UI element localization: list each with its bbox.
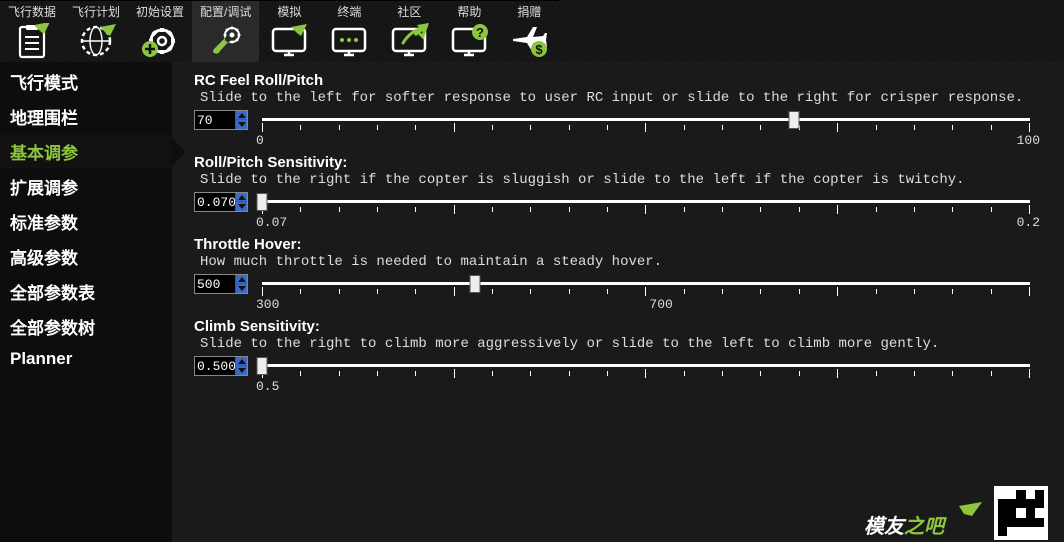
sidebar-item-0[interactable]: 飞行模式 [0,64,172,99]
param-desc: Slide to the right if the copter is slug… [200,172,1048,188]
param-spinner[interactable] [194,110,248,130]
sidebar-item-8[interactable]: Planner [0,344,172,374]
spinner-up-icon[interactable] [235,111,247,120]
sidebar-item-1[interactable]: 地理围栏 [0,99,172,134]
param-title: RC Feel Roll/Pitch [194,72,1048,89]
slider-thumb[interactable] [469,275,480,293]
slider-thumb[interactable] [257,357,268,375]
gear-plus-icon [138,22,182,60]
main-panel: RC Feel Roll/Pitch Slide to the left for… [172,62,1064,542]
wrench-gear-icon [204,22,248,60]
param-value-input[interactable] [195,195,235,210]
param-slider[interactable] [254,191,1038,213]
param-title: Roll/Pitch Sensitivity: [194,154,1048,171]
tab-plane-dollar[interactable]: 捐赠 $ [499,0,559,62]
globe-plane-icon [74,22,118,60]
sidebar-item-7[interactable]: 全部参数树 [0,309,172,344]
sidebar-item-6[interactable]: 全部参数表 [0,274,172,309]
param-slider[interactable] [254,355,1038,377]
monitor-plane-icon [267,22,311,60]
watermark-qr-code [994,486,1048,540]
slider-thumb[interactable] [789,111,800,129]
param-desc: Slide to the left for softer response to… [200,90,1048,106]
param-desc: Slide to the right to climb more aggress… [200,336,1048,352]
sidebar-item-5[interactable]: 高级参数 [0,239,172,274]
param-2: Throttle Hover: How much throttle is nee… [194,236,1048,312]
tab-wrench-gear[interactable]: 配置/调试 [192,0,259,62]
param-value-input[interactable] [195,277,235,292]
spinner-up-icon[interactable] [235,357,247,366]
tab-gear-plus[interactable]: 初始设置 [128,0,192,62]
svg-text:?: ? [476,25,484,40]
tab-label: 终端 [337,3,361,20]
tab-label: 模拟 [277,3,301,20]
param-spinner[interactable] [194,356,248,376]
monitor-arrow-icon [387,22,431,60]
sidebar: 飞行模式地理围栏基本调参扩展调参标准参数高级参数全部参数表全部参数树Planne… [0,62,172,542]
param-slider[interactable] [254,273,1038,295]
tab-label: 社区 [397,3,421,20]
sidebar-item-4[interactable]: 标准参数 [0,204,172,239]
clipboard-plane-icon [10,22,54,60]
spinner-down-icon[interactable] [235,284,247,293]
param-slider[interactable] [254,109,1038,131]
sidebar-item-3[interactable]: 扩展调参 [0,169,172,204]
top-tab-bar: 飞行数据飞行计划初始设置配置/调试 模拟 终端 社区 帮助? 捐赠 $ [0,0,1064,62]
svg-text:$: $ [536,42,544,57]
sidebar-item-2[interactable]: 基本调参 [0,134,172,169]
param-title: Climb Sensitivity: [194,318,1048,335]
param-desc: How much throttle is needed to maintain … [200,254,1048,270]
spinner-down-icon[interactable] [235,366,247,375]
tab-monitor-help[interactable]: 帮助? [439,0,499,62]
param-spinner[interactable] [194,192,248,212]
param-title: Throttle Hover: [194,236,1048,253]
slider-thumb[interactable] [257,193,268,211]
tab-label: 捐赠 [517,3,541,20]
tab-monitor-dots[interactable]: 终端 [319,0,379,62]
spinner-down-icon[interactable] [235,120,247,129]
spinner-up-icon[interactable] [235,275,247,284]
tab-monitor-arrow[interactable]: 社区 [379,0,439,62]
tab-globe-plane[interactable]: 飞行计划 [64,0,128,62]
tab-label: 飞行数据 [8,3,56,20]
param-spinner[interactable] [194,274,248,294]
param-value-input[interactable] [195,113,235,128]
tab-label: 配置/调试 [200,3,251,20]
tab-label: 飞行计划 [72,3,120,20]
spinner-down-icon[interactable] [235,202,247,211]
monitor-dots-icon [327,22,371,60]
spinner-up-icon[interactable] [235,193,247,202]
tab-label: 帮助 [457,3,481,20]
param-3: Climb Sensitivity: Slide to the right to… [194,318,1048,394]
tab-clipboard-plane[interactable]: 飞行数据 [0,0,64,62]
param-0: RC Feel Roll/Pitch Slide to the left for… [194,72,1048,148]
plane-dollar-icon: $ [507,22,551,60]
tab-label: 初始设置 [136,3,184,20]
watermark-logo: 模友之吧 [864,500,984,540]
tab-monitor-plane[interactable]: 模拟 [259,0,319,62]
param-1: Roll/Pitch Sensitivity: Slide to the rig… [194,154,1048,230]
param-value-input[interactable] [195,359,235,374]
monitor-help-icon: ? [447,22,491,60]
